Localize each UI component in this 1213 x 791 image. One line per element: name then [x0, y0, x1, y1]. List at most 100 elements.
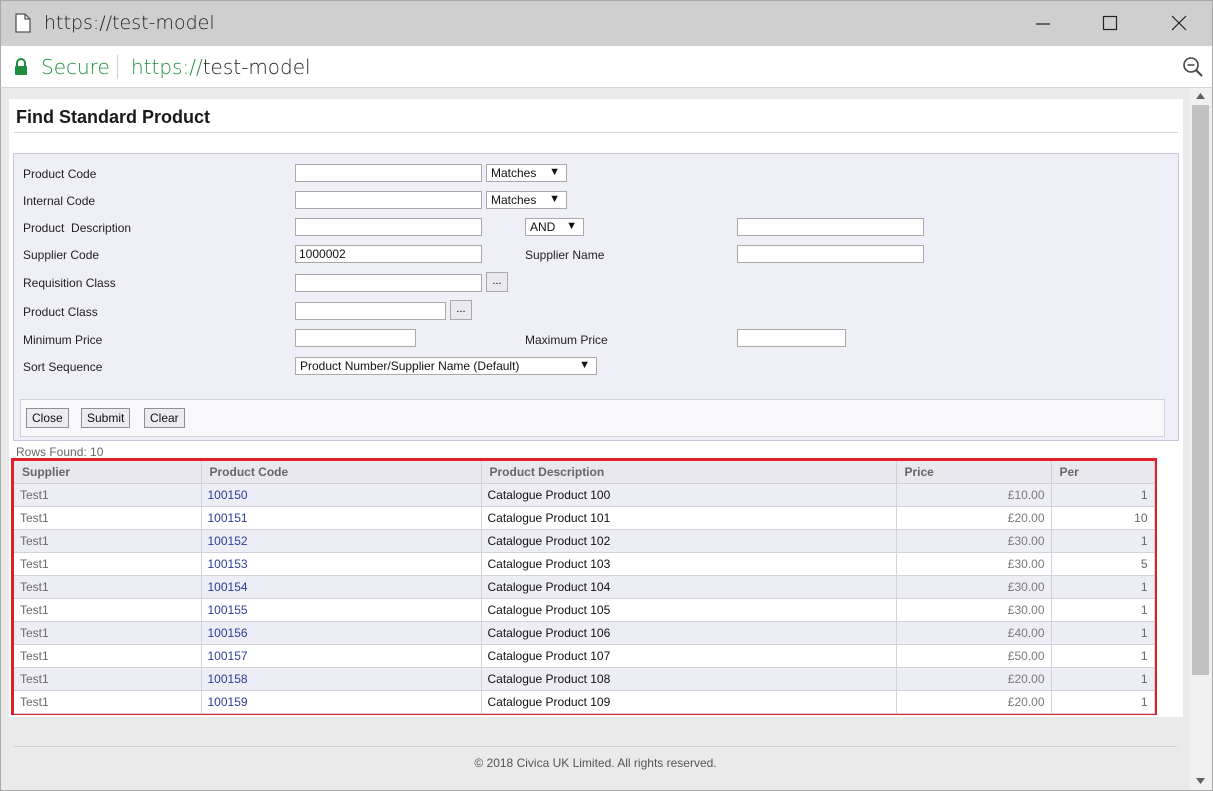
- product-description-cell: Catalogue Product 109: [481, 690, 897, 714]
- minimum-price-label: Minimum Price: [23, 333, 103, 347]
- url-scheme: https://: [131, 55, 203, 79]
- supplier-code-label: Supplier Code: [23, 248, 100, 262]
- vertical-scrollbar[interactable]: [1189, 88, 1212, 790]
- url-text[interactable]: https://test-model: [131, 55, 311, 79]
- price-cell: £20.00: [896, 667, 1052, 691]
- column-header-product-code[interactable]: Product Code: [201, 461, 482, 484]
- supplier-name-input[interactable]: [737, 245, 924, 263]
- chevron-down-icon: ▼: [549, 193, 560, 205]
- table-row[interactable]: Test1 100152 Catalogue Product 102 £30.0…: [14, 529, 1155, 553]
- table-row[interactable]: Test1 100158 Catalogue Product 108 £20.0…: [14, 667, 1155, 691]
- table-row[interactable]: Test1 100159 Catalogue Product 109 £20.0…: [14, 690, 1155, 714]
- requisition-class-input[interactable]: [295, 274, 482, 292]
- minimum-price-input[interactable]: [295, 329, 416, 347]
- product-description-input[interactable]: [295, 218, 482, 236]
- product-code-link[interactable]: 100156: [201, 621, 482, 645]
- clear-button[interactable]: Clear: [144, 408, 185, 428]
- product-code-link[interactable]: 100155: [201, 598, 482, 622]
- product-description-input-2[interactable]: [737, 218, 924, 236]
- table-row[interactable]: Test1 100156 Catalogue Product 106 £40.0…: [14, 621, 1155, 645]
- product-description-cell: Catalogue Product 100: [481, 483, 897, 507]
- close-window-button[interactable]: [1159, 9, 1199, 39]
- requisition-class-label: Requisition Class: [23, 276, 116, 290]
- product-class-input[interactable]: [295, 302, 446, 320]
- price-cell: £50.00: [896, 644, 1052, 668]
- description-operator-value: AND: [530, 220, 556, 234]
- supplier-cell: Test1: [14, 483, 202, 507]
- window-title: https://test-model: [44, 12, 215, 34]
- product-code-link[interactable]: 100157: [201, 644, 482, 668]
- requisition-class-lookup-button[interactable]: ...: [486, 272, 508, 292]
- column-header-supplier[interactable]: Supplier: [14, 461, 202, 484]
- product-code-input[interactable]: [295, 164, 482, 182]
- column-header-product-description[interactable]: Product Description: [481, 461, 897, 484]
- price-cell: £30.00: [896, 575, 1052, 599]
- table-row[interactable]: Test1 100153 Catalogue Product 103 £30.0…: [14, 552, 1155, 576]
- internal-code-label: Internal Code: [23, 194, 96, 208]
- lock-icon: [14, 58, 28, 81]
- product-code-match-select[interactable]: Matches ▼: [486, 164, 567, 182]
- description-operator-select[interactable]: AND ▼: [525, 218, 584, 236]
- document-icon: [15, 13, 31, 33]
- table-row[interactable]: Test1 100157 Catalogue Product 107 £50.0…: [14, 644, 1155, 668]
- scrollbar-thumb[interactable]: [1192, 105, 1209, 675]
- product-description-cell: Catalogue Product 108: [481, 667, 897, 691]
- per-cell: 1: [1051, 598, 1155, 622]
- submit-button[interactable]: Submit: [81, 408, 131, 428]
- product-code-link[interactable]: 100150: [201, 483, 482, 507]
- internal-code-match-select[interactable]: Matches ▼: [486, 191, 567, 209]
- per-cell: 1: [1051, 529, 1155, 553]
- chevron-down-icon: ▼: [549, 166, 560, 178]
- product-code-link[interactable]: 100159: [201, 690, 482, 714]
- price-cell: £40.00: [896, 621, 1052, 645]
- product-code-link[interactable]: 100158: [201, 667, 482, 691]
- price-cell: £30.00: [896, 598, 1052, 622]
- product-code-link[interactable]: 100152: [201, 529, 482, 553]
- scroll-up-button[interactable]: [1189, 88, 1212, 105]
- page-container: Find Standard Product Product Code Match…: [9, 99, 1183, 717]
- per-cell: 5: [1051, 552, 1155, 576]
- search-form: Product Code Matches ▼ Internal Code Matc…: [13, 153, 1179, 441]
- price-cell: £30.00: [896, 552, 1052, 576]
- rows-found-text: Rows Found: 10: [16, 445, 104, 459]
- maximize-button[interactable]: [1090, 9, 1130, 39]
- supplier-cell: Test1: [14, 644, 202, 668]
- supplier-name-label: Supplier Name: [525, 248, 605, 262]
- price-cell: £30.00: [896, 529, 1052, 553]
- table-row[interactable]: Test1 100150 Catalogue Product 100 £10.0…: [14, 483, 1155, 507]
- product-code-link[interactable]: 100151: [201, 506, 482, 530]
- table-row[interactable]: Test1 100154 Catalogue Product 104 £30.0…: [14, 575, 1155, 599]
- product-code-link[interactable]: 100154: [201, 575, 482, 599]
- sort-sequence-value: Product Number/Supplier Name (Default): [300, 359, 520, 373]
- column-header-per[interactable]: Per: [1051, 461, 1155, 484]
- maximum-price-label: Maximum Price: [525, 333, 608, 347]
- chevron-down-icon: ▼: [566, 220, 577, 232]
- per-cell: 1: [1051, 690, 1155, 714]
- table-row[interactable]: Test1 100151 Catalogue Product 101 £20.0…: [14, 506, 1155, 530]
- minimize-button[interactable]: [1023, 9, 1063, 39]
- price-cell: £20.00: [896, 506, 1052, 530]
- product-description-label: Product Description: [23, 221, 132, 235]
- close-button[interactable]: Close: [26, 408, 69, 428]
- maximum-price-input[interactable]: [737, 329, 846, 347]
- supplier-cell: Test1: [14, 598, 202, 622]
- button-bar: Close Submit Clear: [20, 399, 1165, 437]
- internal-code-input[interactable]: [295, 191, 482, 209]
- address-bar[interactable]: Secure https://test-model: [0, 46, 1213, 88]
- product-code-link[interactable]: 100153: [201, 552, 482, 576]
- table-row[interactable]: Test1 100155 Catalogue Product 105 £30.0…: [14, 598, 1155, 622]
- sort-sequence-select[interactable]: Product Number/Supplier Name (Default) ▼: [295, 357, 597, 375]
- maximize-icon: [1090, 15, 1130, 31]
- per-cell: 1: [1051, 621, 1155, 645]
- zoom-icon[interactable]: [1182, 56, 1204, 83]
- column-header-price[interactable]: Price: [896, 461, 1052, 484]
- supplier-cell: Test1: [14, 667, 202, 691]
- supplier-cell: Test1: [14, 506, 202, 530]
- scroll-down-button[interactable]: [1189, 773, 1212, 790]
- minimize-icon: [1023, 15, 1063, 31]
- supplier-code-input[interactable]: [295, 245, 482, 263]
- supplier-cell: Test1: [14, 621, 202, 645]
- product-class-lookup-button[interactable]: ...: [450, 300, 472, 320]
- supplier-cell: Test1: [14, 529, 202, 553]
- product-code-match-value: Matches: [491, 166, 537, 180]
